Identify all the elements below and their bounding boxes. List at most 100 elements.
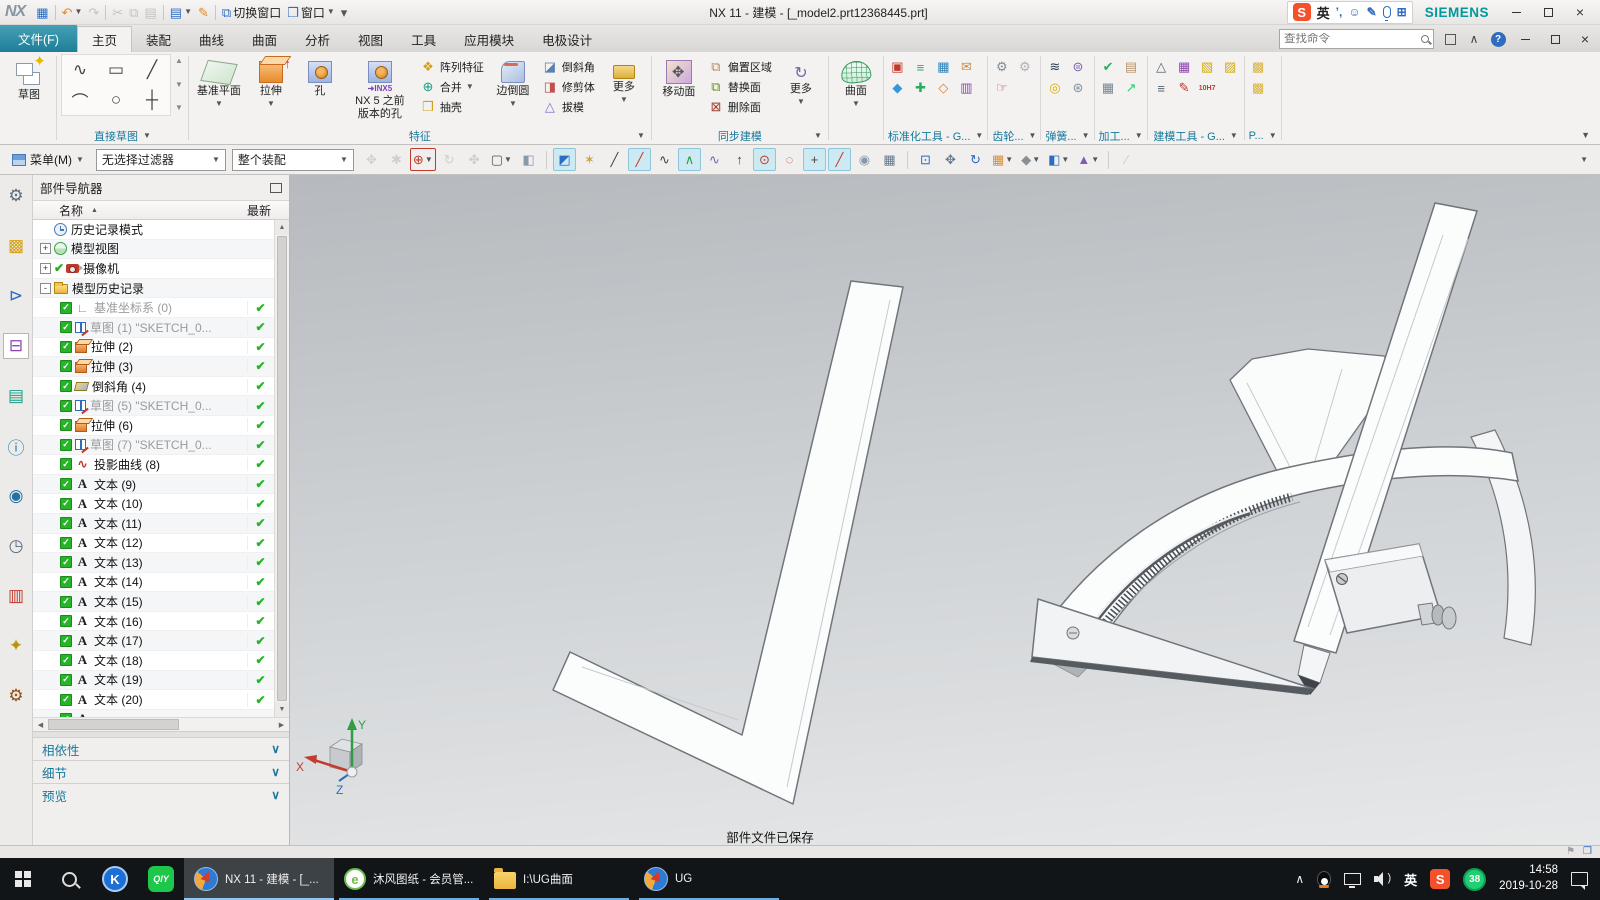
- pan-icon[interactable]: ✥: [939, 148, 962, 171]
- navigator-panel-2[interactable]: 预览 ∨: [33, 783, 289, 806]
- shell-button[interactable]: ❒ 抽壳: [417, 97, 487, 116]
- sync-group-label[interactable]: 同步建模 ▼: [656, 127, 824, 144]
- scroll-down-icon[interactable]: ▼: [275, 702, 289, 717]
- legacy-hole-button[interactable]: ➜INX5 NX 5 之前 版本的孔: [346, 54, 414, 121]
- feature-checkbox[interactable]: ✓: [60, 360, 72, 373]
- feature-checkbox[interactable]: ✓: [60, 321, 72, 334]
- machining-group-label[interactable]: 加工... ▼: [1099, 127, 1143, 144]
- graphics-viewport[interactable]: Y X Z 部件文件已保存: [290, 175, 1600, 845]
- switch-window-button[interactable]: ⧉ 切换窗口: [219, 2, 284, 23]
- tools-tab[interactable]: ⚙: [3, 683, 29, 709]
- task-explorer[interactable]: I:\UG曲面: [484, 858, 634, 900]
- delete-face-button[interactable]: ⊠ 删除面: [705, 97, 775, 116]
- scroll-up-icon[interactable]: ▲: [275, 220, 289, 235]
- feature-checkbox[interactable]: ✓: [60, 301, 72, 314]
- snap-vertex-icon[interactable]: ↑: [728, 148, 751, 171]
- extrude-button[interactable]: 拉伸▼: [248, 54, 294, 108]
- snap-quadrant-icon[interactable]: ◌: [778, 148, 801, 171]
- sketch-tool-icon[interactable]: ┼: [134, 85, 170, 115]
- rotate-view-icon[interactable]: ↻: [964, 148, 987, 171]
- feature-checkbox[interactable]: ✓: [60, 458, 72, 471]
- process-studio-tab[interactable]: ✦: [3, 633, 29, 659]
- sketch-tool-icon[interactable]: ∿: [62, 55, 98, 85]
- snap-midpoint-icon[interactable]: ╱: [627, 148, 651, 171]
- gear-group-tool-icon[interactable]: ☞: [992, 79, 1011, 97]
- window-display-icon[interactable]: [1438, 29, 1462, 49]
- undock-icon[interactable]: [270, 182, 282, 193]
- hand-selection-icon[interactable]: ✤: [463, 148, 486, 171]
- feature-checkbox[interactable]: ✓: [60, 575, 72, 588]
- selection-scope-dropdown[interactable]: 整个装配 ▼: [231, 148, 354, 171]
- snap-spline-point-icon[interactable]: ∧: [677, 148, 701, 171]
- gear-group-tool-icon[interactable]: ⚙: [1015, 58, 1034, 76]
- wechat-badge[interactable]: 38: [1463, 867, 1487, 891]
- machining-group-tool-icon[interactable]: ▤: [1122, 58, 1141, 76]
- snap-grid-icon[interactable]: ▦: [878, 148, 901, 171]
- reuse-library-tab[interactable]: ▤: [3, 383, 29, 409]
- sogou-icon[interactable]: S: [1292, 3, 1311, 21]
- selbar-overflow[interactable]: ▼: [1580, 155, 1594, 164]
- sogou-tray-icon[interactable]: S: [1430, 869, 1451, 889]
- format-painter-button[interactable]: ▤ ▼: [167, 2, 195, 23]
- scroll-thumb[interactable]: [277, 236, 287, 701]
- feature-checkbox[interactable]: ✓: [60, 673, 72, 686]
- ime-lang-toggle[interactable]: 英: [1317, 3, 1330, 22]
- standard-tools-group-tool-icon[interactable]: ▦: [934, 58, 953, 76]
- modeling-tools-group-tool-icon[interactable]: 10H7: [1198, 79, 1217, 97]
- navigator-vertical-scrollbar[interactable]: ▲ ▼: [274, 220, 289, 717]
- sweep-button[interactable]: ✎: [195, 2, 212, 23]
- modeling-tools-group-tool-icon[interactable]: △: [1152, 58, 1171, 76]
- draft-button[interactable]: △ 拔模: [539, 97, 598, 116]
- standard-tools-group-label[interactable]: 标准化工具 - G... ▼: [888, 127, 983, 144]
- navigator-horizontal-scrollbar[interactable]: ◀ ▶: [33, 717, 289, 731]
- replace-face-button[interactable]: ⧉ 替换面: [705, 77, 775, 96]
- assembly-navigator-tab[interactable]: ▩: [3, 233, 29, 259]
- minimize-button[interactable]: [1501, 1, 1531, 23]
- tree-row[interactable]: ✓ A 文本 (20) ✔: [33, 690, 289, 710]
- snap-enable-icon[interactable]: ◩: [552, 148, 576, 171]
- tree-expander[interactable]: -: [40, 282, 51, 294]
- qat-overflow-button[interactable]: ▾: [338, 2, 351, 23]
- input-lang-indicator[interactable]: 英: [1404, 870, 1417, 889]
- action-center-icon[interactable]: [1571, 872, 1588, 890]
- ribbon-tab-8[interactable]: 应用模块: [450, 26, 528, 52]
- roles-tab[interactable]: ⚙: [3, 183, 29, 209]
- modeling-tools-group-tool-icon[interactable]: ▦: [1175, 58, 1194, 76]
- volume-icon[interactable]: ): [1374, 872, 1391, 886]
- navigator-column-header[interactable]: 名称 ▲ 最新: [33, 200, 289, 220]
- find-command-input[interactable]: [1284, 33, 1418, 45]
- ribbon-tab-9[interactable]: 电极设计: [528, 26, 606, 52]
- tree-expander[interactable]: +: [40, 262, 51, 274]
- tree-row[interactable]: + 模型视图: [33, 239, 289, 260]
- spring-group-tool-icon[interactable]: ◎: [1045, 79, 1064, 97]
- command-finder[interactable]: [1279, 29, 1434, 49]
- spring-group-tool-icon[interactable]: ≋: [1045, 58, 1064, 76]
- feature-checkbox[interactable]: ✓: [60, 497, 72, 510]
- tree-row[interactable]: ✓ A 文本 (9) ✔: [33, 474, 289, 495]
- tree-expander[interactable]: +: [40, 243, 51, 255]
- close-button[interactable]: ×: [1565, 1, 1595, 23]
- machining-group-tool-icon[interactable]: ▦: [1099, 79, 1118, 97]
- spring-group-tool-icon[interactable]: ⊜: [1068, 58, 1087, 76]
- navigator-panel-1[interactable]: 细节 ∨: [33, 760, 289, 783]
- tree-row[interactable]: ✓ 草图 (7) "SKETCH_0... ✔: [33, 435, 289, 456]
- snap-options-icon[interactable]: ⊕ ▼: [409, 148, 436, 171]
- tree-row[interactable]: ✓ A 文本 (18) ✔: [33, 651, 289, 671]
- sketch-tool-icon[interactable]: ○: [98, 85, 134, 115]
- feature-checkbox[interactable]: ✓: [60, 654, 72, 667]
- snap-point-icon[interactable]: ✶: [578, 148, 601, 171]
- extra-group-tool-icon[interactable]: ▩: [1249, 79, 1268, 97]
- surface-button[interactable]: 曲面 ▼: [833, 54, 879, 108]
- datum-plane-button[interactable]: 基准平面 ▼: [193, 54, 245, 108]
- tree-row[interactable]: + ✔ 摄像机: [33, 259, 289, 279]
- ribbon-tab-1[interactable]: 主页: [76, 26, 132, 52]
- trim-body-button[interactable]: ◨ 修剪体: [539, 77, 598, 96]
- ribbon-tab-0[interactable]: 文件(F): [0, 25, 77, 52]
- offset-region-button[interactable]: ⧉ 偏置区域: [705, 57, 775, 76]
- ime-toolbar[interactable]: S 英 ’, ☺ ✎ ⊞: [1286, 0, 1413, 24]
- window-button[interactable]: ❒ 窗口 ▼: [284, 2, 338, 23]
- tray-expand-icon[interactable]: ∧: [1295, 872, 1304, 886]
- help-icon[interactable]: ?: [1486, 29, 1510, 49]
- direct-sketch-label[interactable]: 直接草图 ▼: [61, 127, 184, 144]
- ribbon-overflow[interactable]: ▼: [1573, 130, 1598, 144]
